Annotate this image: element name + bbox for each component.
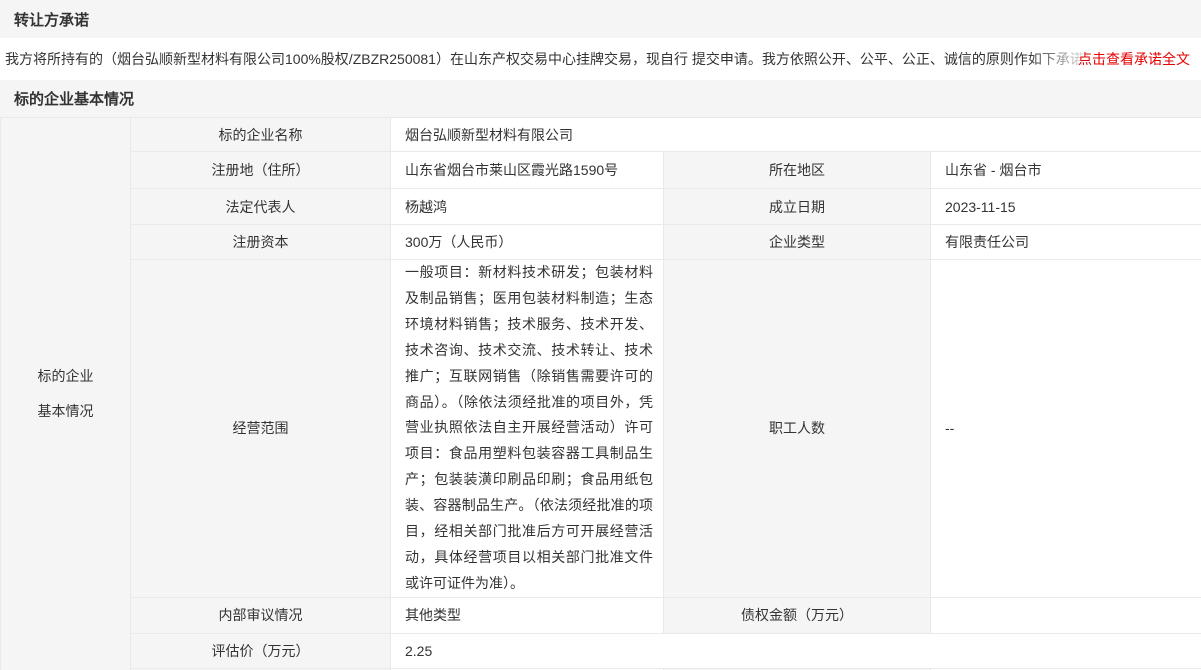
table-row: 经营范围 一般项目：新材料技术研发；包装材料及制品销售；医用包装材料制造；生态环… <box>1 260 1201 598</box>
label-establish-date: 成立日期 <box>664 189 931 225</box>
label-internal-review: 内部审议情况 <box>131 597 391 633</box>
value-registered-capital: 300万（人民币） <box>391 225 664 260</box>
table-row: 注册资本 300万（人民币） 企业类型 有限责任公司 <box>1 225 1201 260</box>
value-establish-date: 2023-11-15 <box>931 189 1201 225</box>
value-enterprise-type: 有限责任公司 <box>931 225 1201 260</box>
table-row: 内部审议情况 其他类型 债权金额（万元） <box>1 597 1201 633</box>
value-internal-review: 其他类型 <box>391 597 664 633</box>
value-legal-representative: 杨越鸿 <box>391 189 664 225</box>
group-label-cell: 标的企业 基本情况 <box>1 118 131 670</box>
table-row: 注册地（住所） 山东省烟台市莱山区霞光路1590号 所在地区 山东省 - 烟台市 <box>1 152 1201 189</box>
label-company-name: 标的企业名称 <box>131 118 391 152</box>
table-row: 法定代表人 杨越鸿 成立日期 2023-11-15 <box>1 189 1201 225</box>
commitment-paragraph-row: 我方将所持有的（烟台弘顺新型材料有限公司100%股权/ZBZR250081）在山… <box>0 38 1201 80</box>
label-region: 所在地区 <box>664 152 931 189</box>
transferor-commitment-title: 转让方承诺 <box>14 9 89 30</box>
transferor-commitment-header: 转让方承诺 <box>0 0 1201 38</box>
value-company-name: 烟台弘顺新型材料有限公司 <box>391 118 1201 152</box>
basic-info-title: 标的企业基本情况 <box>14 88 134 109</box>
view-full-commitment-link[interactable]: 点击查看承诺全文 <box>1078 49 1190 69</box>
table-row: 评估价（万元） 2.25 <box>1 633 1201 668</box>
value-debt-amount <box>931 597 1201 633</box>
business-scope-text: 一般项目：新材料技术研发；包装材料及制品销售；医用包装材料制造；生态环境材料销售… <box>405 260 663 597</box>
group-label-line2: 基本情况 <box>1 394 130 429</box>
label-registered-capital: 注册资本 <box>131 225 391 260</box>
group-label-line1: 标的企业 <box>1 359 130 394</box>
value-appraisal-price: 2.25 <box>391 633 1201 668</box>
label-business-scope: 经营范围 <box>131 260 391 598</box>
commitment-link-fade: 点击查看承诺全文 <box>1028 38 1201 80</box>
value-registered-address: 山东省烟台市莱山区霞光路1590号 <box>391 152 664 189</box>
value-region: 山东省 - 烟台市 <box>931 152 1201 189</box>
company-basic-info-table: 标的企业 基本情况 标的企业名称 烟台弘顺新型材料有限公司 注册地（住所） 山东… <box>0 117 1201 670</box>
basic-info-header: 标的企业基本情况 <box>0 80 1201 117</box>
label-employee-count: 职工人数 <box>664 260 931 598</box>
label-appraisal-price: 评估价（万元） <box>131 633 391 668</box>
label-registered-address: 注册地（住所） <box>131 152 391 189</box>
label-legal-representative: 法定代表人 <box>131 189 391 225</box>
commitment-text: 我方将所持有的（烟台弘顺新型材料有限公司100%股权/ZBZR250081）在山… <box>5 49 1098 69</box>
value-business-scope: 一般项目：新材料技术研发；包装材料及制品销售；医用包装材料制造；生态环境材料销售… <box>391 260 664 598</box>
value-employee-count: -- <box>931 260 1201 598</box>
label-enterprise-type: 企业类型 <box>664 225 931 260</box>
label-debt-amount: 债权金额（万元） <box>664 597 931 633</box>
table-row: 标的企业 基本情况 标的企业名称 烟台弘顺新型材料有限公司 <box>1 118 1201 152</box>
